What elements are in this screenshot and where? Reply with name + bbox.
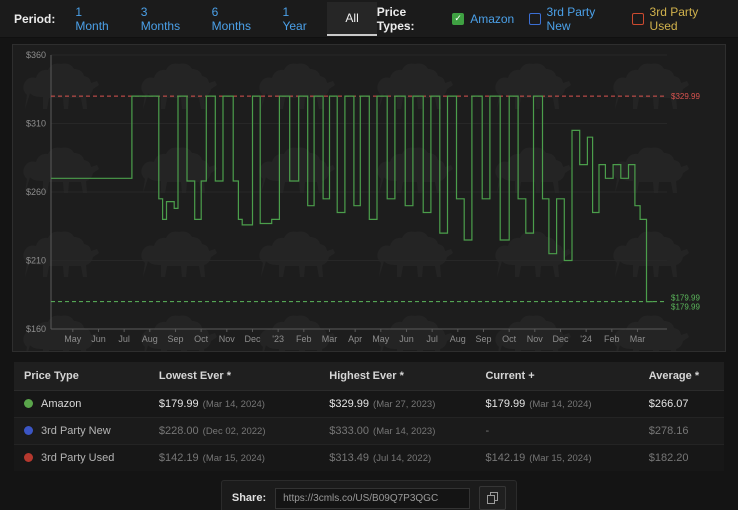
- x-tick-label: Nov: [527, 334, 544, 344]
- period-option-all[interactable]: All: [327, 2, 376, 36]
- checkbox-3rd-party-new[interactable]: [529, 13, 540, 25]
- x-tick-label: Feb: [604, 334, 620, 344]
- x-tick-label: Feb: [296, 334, 312, 344]
- table-row-3rd-party-used: 3rd Party Used $142.19 (Mar 15, 2024) $313.…: [14, 445, 724, 472]
- price-type-label: 3rd Party New: [547, 5, 618, 33]
- series-dot: [24, 399, 33, 408]
- x-tick-label: Oct: [194, 334, 209, 344]
- price-type-label: 3rd Party Used: [650, 5, 724, 33]
- column-header-highest-ever: Highest Ever *: [319, 362, 475, 391]
- y-tick-label: $310: [26, 119, 46, 129]
- current-date: (Mar 15, 2024): [529, 453, 591, 464]
- highest-date: (Jul 14, 2022): [373, 453, 431, 464]
- column-header-lowest-ever: Lowest Ever *: [149, 362, 319, 391]
- table-row-3rd-party-new: 3rd Party New $228.00 (Dec 02, 2022) $333.0…: [14, 418, 724, 445]
- checkbox-amazon[interactable]: ✓: [452, 13, 464, 25]
- lowest-date: (Mar 14, 2024): [203, 399, 265, 410]
- table-row-amazon: Amazon $179.99 (Mar 14, 2024) $329.99 (Mar 2…: [14, 391, 724, 418]
- price-type-3rd-party-used[interactable]: 3rd Party Used: [632, 5, 724, 33]
- period-option-6-months[interactable]: 6 Months: [200, 0, 269, 42]
- x-tick-label: Jul: [426, 334, 438, 344]
- column-header-current: Current +: [475, 362, 638, 391]
- share-bar: Share:: [0, 480, 738, 510]
- average-price: $182.20: [649, 452, 689, 464]
- period-option-1-month[interactable]: 1 Month: [63, 0, 126, 42]
- lowest-price: $142.19: [159, 452, 199, 464]
- average-price: $266.07: [649, 398, 689, 410]
- y-tick-label: $360: [26, 50, 46, 60]
- share-url-input[interactable]: [275, 488, 470, 509]
- checkbox-3rd-party-used[interactable]: [632, 13, 643, 25]
- table-header-row: Price TypeLowest Ever *Highest Ever *Cur…: [14, 362, 724, 391]
- share-label: Share:: [232, 492, 266, 504]
- lowest-date: (Dec 02, 2022): [203, 426, 266, 437]
- price-type-name: 3rd Party Used: [41, 452, 114, 464]
- x-tick-label: Sep: [167, 334, 183, 344]
- period-options: 1 Month3 Months6 Months1 YearAll: [63, 0, 376, 42]
- annotation-label-2: $179.99: [671, 303, 700, 312]
- x-tick-label: Jun: [399, 334, 414, 344]
- price-type-3rd-party-new[interactable]: 3rd Party New: [529, 5, 617, 33]
- period-label: Period:: [14, 12, 55, 26]
- price-type-amazon[interactable]: ✓ Amazon: [452, 12, 514, 26]
- column-header-average: Average *: [639, 362, 724, 391]
- x-tick-label: Aug: [142, 334, 158, 344]
- current-date: (Mar 14, 2024): [529, 399, 591, 410]
- series-dot: [24, 453, 33, 462]
- x-tick-label: Jul: [118, 334, 130, 344]
- period-option-1-year[interactable]: 1 Year: [270, 0, 325, 42]
- period-selector: Period: 1 Month3 Months6 Months1 YearAll: [14, 0, 377, 42]
- y-tick-label: $260: [26, 187, 46, 197]
- highest-date: (Mar 27, 2023): [373, 399, 435, 410]
- price-types-selector: Price Types: ✓ Amazon 3rd Party New 3rd Par…: [377, 5, 724, 33]
- annotation-label: $329.99: [671, 92, 700, 101]
- current-price: -: [485, 425, 489, 437]
- table-body: Amazon $179.99 (Mar 14, 2024) $329.99 (Mar 2…: [14, 391, 724, 472]
- y-tick-label: $210: [26, 256, 46, 266]
- x-tick-label: Mar: [630, 334, 646, 344]
- copy-icon: [487, 492, 498, 504]
- highest-price: $313.49: [329, 452, 369, 464]
- share-box: Share:: [221, 480, 517, 510]
- x-tick-label: Nov: [219, 334, 236, 344]
- controls-bar: Period: 1 Month3 Months6 Months1 YearAll…: [0, 0, 738, 38]
- x-tick-label: Apr: [348, 334, 362, 344]
- copy-button[interactable]: [479, 486, 506, 510]
- x-tick-label: Sep: [475, 334, 491, 344]
- price-type-label: Amazon: [470, 12, 514, 26]
- x-tick-label: Dec: [552, 334, 569, 344]
- x-tick-label: Jun: [91, 334, 106, 344]
- x-tick-label: May: [372, 334, 390, 344]
- price-type-name: 3rd Party New: [41, 425, 111, 437]
- lowest-date: (Mar 15, 2024): [203, 453, 265, 464]
- price-type-name: Amazon: [41, 398, 81, 410]
- y-tick-label: $160: [26, 324, 46, 334]
- annotation-label: $179.99: [671, 294, 700, 303]
- x-tick-label: Dec: [244, 334, 261, 344]
- column-header-price-type: Price Type: [14, 362, 149, 391]
- x-tick-label: May: [64, 334, 82, 344]
- x-tick-label: '23: [272, 334, 284, 344]
- price-types-label: Price Types:: [377, 5, 444, 33]
- current-price: $179.99: [485, 398, 525, 410]
- price-type-options: ✓ Amazon 3rd Party New 3rd Party Used: [452, 5, 724, 33]
- highest-price: $333.00: [329, 425, 369, 437]
- price-history-chart: $360 $310 $260 $210 $160 May Jun Jul Aug Sep Oct No…: [13, 45, 723, 351]
- current-price: $142.19: [485, 452, 525, 464]
- x-tick-label: Oct: [502, 334, 517, 344]
- lowest-price: $179.99: [159, 398, 199, 410]
- x-tick-label: '24: [580, 334, 592, 344]
- highest-price: $329.99: [329, 398, 369, 410]
- watermark-layer: [13, 45, 723, 351]
- series-dot: [24, 426, 33, 435]
- chart-panel: $360 $310 $260 $210 $160 May Jun Jul Aug Sep Oct No…: [12, 44, 726, 352]
- x-tick-label: Aug: [450, 334, 466, 344]
- price-summary-table: Price TypeLowest Ever *Highest Ever *Cur…: [14, 362, 724, 471]
- average-price: $278.16: [649, 425, 689, 437]
- highest-date: (Mar 14, 2023): [373, 426, 435, 437]
- period-option-3-months[interactable]: 3 Months: [129, 0, 198, 42]
- x-tick-label: Mar: [322, 334, 338, 344]
- lowest-price: $228.00: [159, 425, 199, 437]
